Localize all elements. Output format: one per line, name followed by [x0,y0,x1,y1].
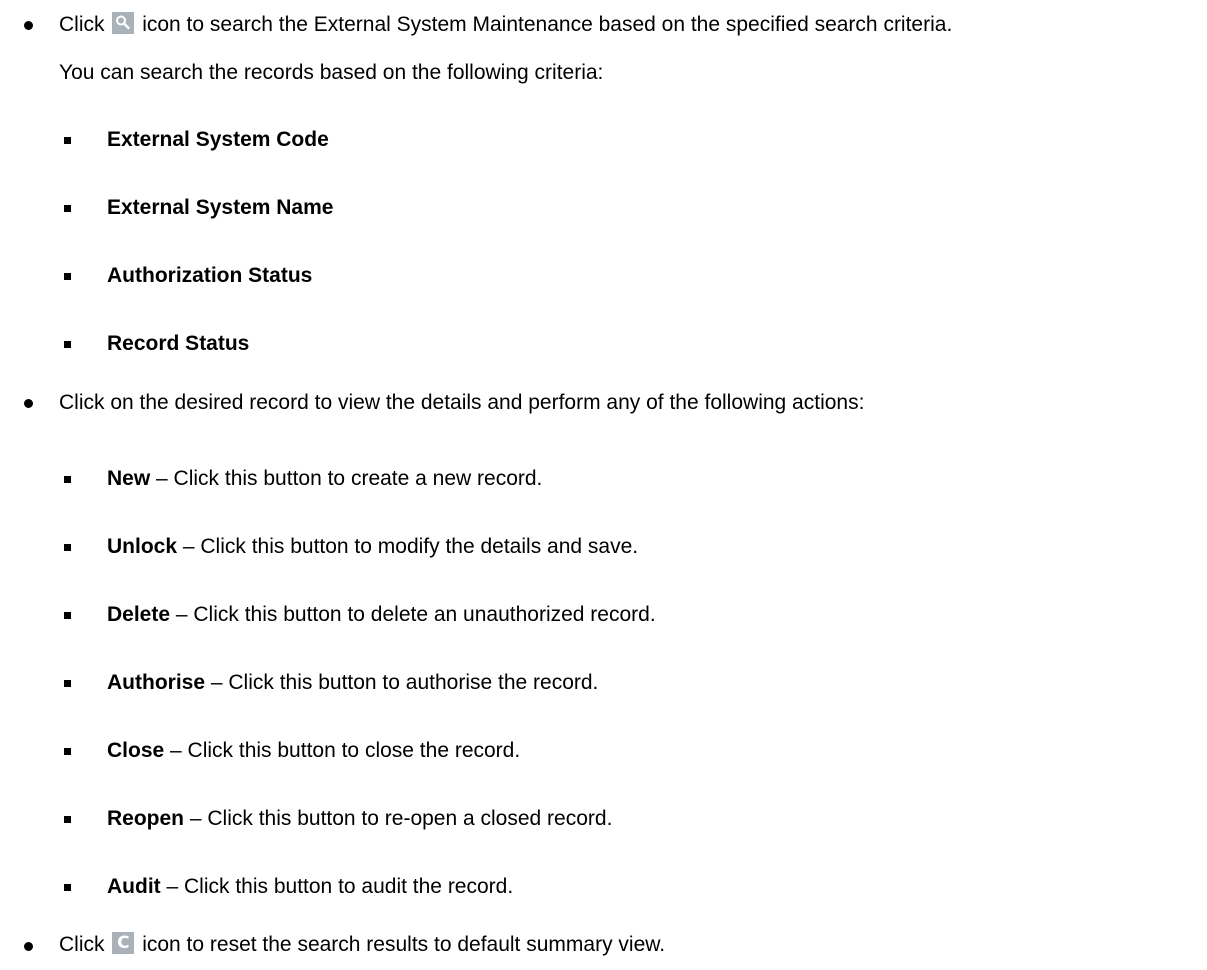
action-desc: – Click this button to re-open a closed … [184,807,613,830]
bullet-dot [24,942,33,951]
action-name: Authorise [107,671,206,694]
action-bullet [64,612,71,619]
reset-instruction: Click C icon to reset the search results… [59,932,665,958]
action-name: New [107,467,151,490]
action-item-audit: Audit – Click this button to audit the r… [107,874,513,900]
bullet-dot [24,399,33,408]
search-icon [112,12,135,34]
search-suffix: icon to search the External System Maint… [142,13,953,36]
criteria-bullet [64,273,71,280]
action-desc: – Click this button to authorise the rec… [205,671,599,694]
action-desc: – Click this button to create a new reco… [150,467,543,490]
action-item-authorise: Authorise – Click this button to authori… [107,670,598,696]
actions-instruction: Click on the desired record to view the … [59,391,865,414]
action-desc: – Click this button to delete an unautho… [170,603,656,626]
action-desc: – Click this button to modify the detail… [177,535,639,558]
criteria-item: External System Code [107,128,329,151]
reset-icon-glyph: C [117,933,130,953]
action-name: Delete [107,603,171,626]
reset-prefix: Click [59,933,105,956]
action-item-new: New – Click this button to create a new … [107,466,542,492]
action-item-reopen: Reopen – Click this button to re-open a … [107,806,612,832]
action-name: Audit [107,875,161,898]
bullet-dot [24,21,33,30]
reset-icon: C [112,932,135,954]
action-bullet [64,476,71,483]
criteria-item: Authorization Status [107,264,313,287]
action-bullet [64,680,71,687]
action-bullet [64,748,71,755]
action-item-unlock: Unlock – Click this button to modify the… [107,534,638,560]
action-bullet [64,544,71,551]
reset-suffix: icon to reset the search results to defa… [142,933,666,956]
criteria-item: External System Name [107,196,334,219]
criteria-item: Record Status [107,332,250,355]
action-name: Unlock [107,535,178,558]
search-criteria-intro: You can search the records based on the … [59,61,604,84]
action-desc: – Click this button to close the record. [164,739,521,762]
action-item-close: Close – Click this button to close the r… [107,738,520,764]
search-prefix: Click [59,13,105,36]
criteria-bullet [64,137,71,144]
search-instruction: Click icon to search the External System… [59,12,952,38]
action-item-delete: Delete – Click this button to delete an … [107,602,656,628]
criteria-bullet [64,341,71,348]
action-bullet [64,816,71,823]
action-bullet [64,884,71,891]
action-name: Close [107,739,165,762]
action-desc: – Click this button to audit the record. [160,875,514,898]
criteria-bullet [64,205,71,212]
action-name: Reopen [107,807,185,830]
